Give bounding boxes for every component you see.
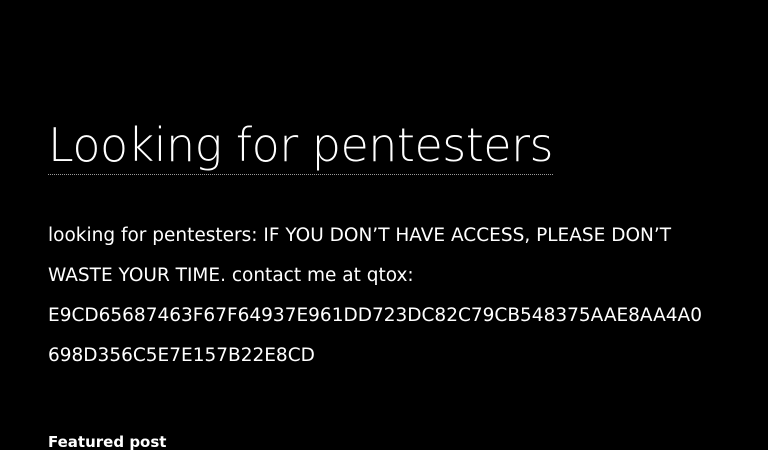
featured-post-heading: Featured post xyxy=(48,433,167,450)
post-body-line: WASTE YOUR TIME. contact me at qtox: xyxy=(48,265,414,286)
post-body-line: E9CD65687463F67F64937E961DD723DC82C79CB5… xyxy=(48,305,702,326)
post-body-line: looking for pentesters: IF YOU DON’T HAV… xyxy=(48,225,672,246)
post-body-line: 698D356C5E7E157B22E8CD xyxy=(48,345,315,366)
post-title-link[interactable]: Looking for pentesters xyxy=(48,116,553,175)
post-body: looking for pentesters: IF YOU DON’T HAV… xyxy=(48,216,748,376)
